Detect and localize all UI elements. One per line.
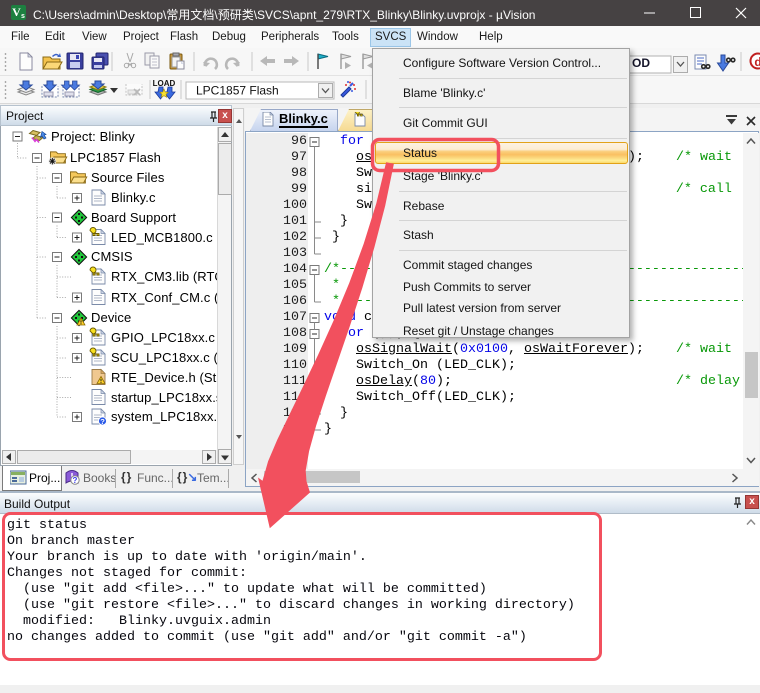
svg-text:OD: OD	[632, 56, 650, 70]
svg-text:s: s	[21, 13, 25, 20]
svg-text:?: ?	[73, 476, 78, 485]
svg-text:V: V	[12, 5, 21, 19]
svg-text:d: d	[754, 55, 760, 69]
svg-text:LPC1857 Flash: LPC1857 Flash	[196, 84, 279, 98]
